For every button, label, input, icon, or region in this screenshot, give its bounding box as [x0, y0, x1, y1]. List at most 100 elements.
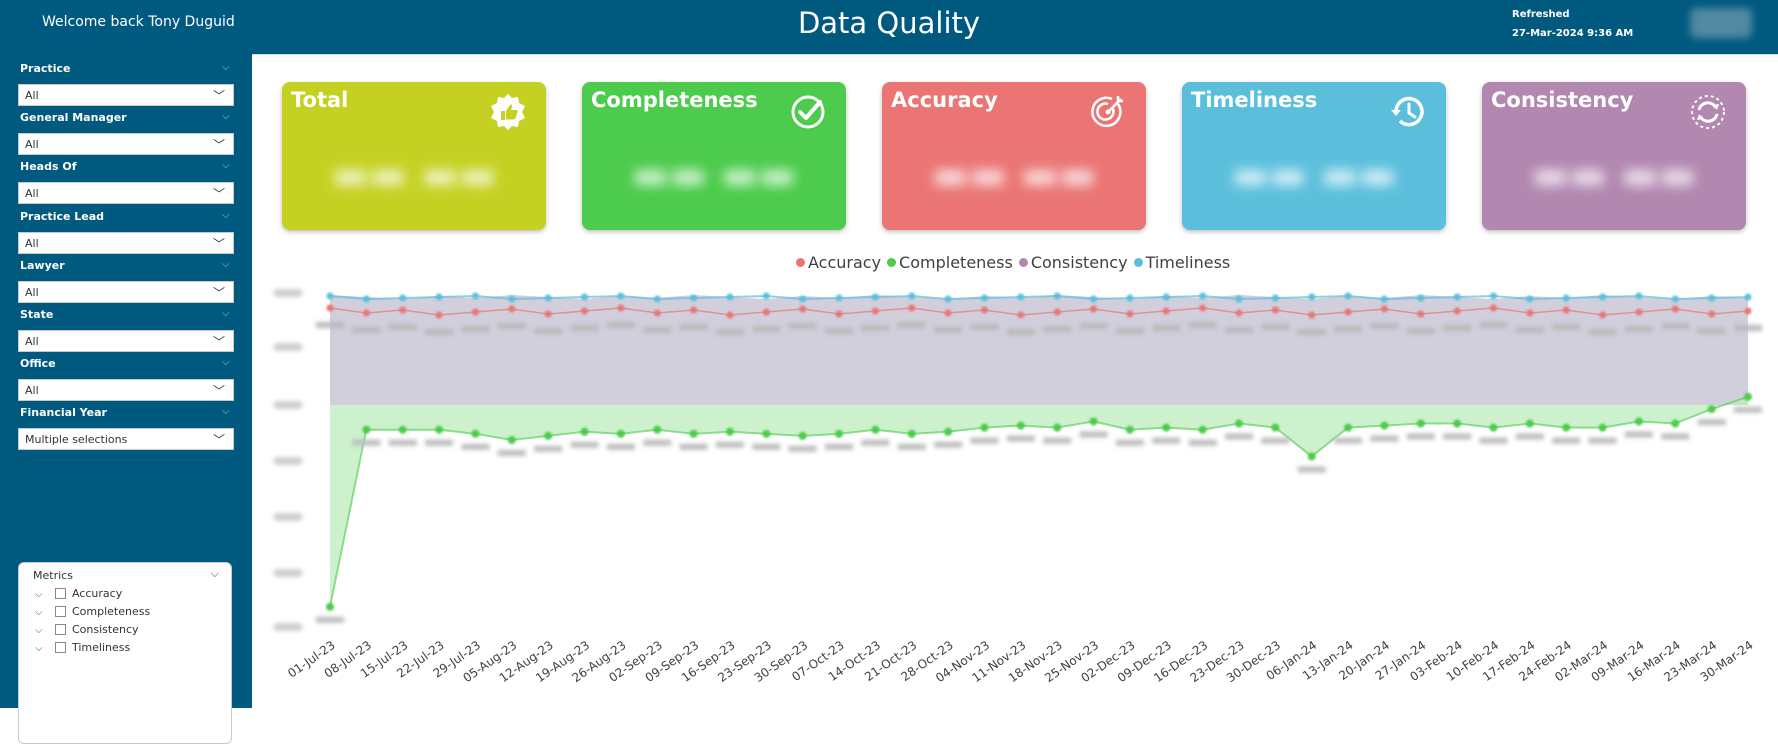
- chevron-down-icon[interactable]: ⌵: [222, 406, 230, 417]
- completeness-point[interactable]: [980, 423, 989, 432]
- accuracy-point[interactable]: [944, 309, 952, 317]
- timeliness-point[interactable]: [1635, 292, 1643, 300]
- timeliness-point[interactable]: [762, 292, 770, 300]
- accuracy-point[interactable]: [871, 307, 879, 315]
- timeliness-point[interactable]: [471, 292, 479, 300]
- timeliness-point[interactable]: [908, 292, 916, 300]
- expand-icon[interactable]: ⌵: [35, 625, 49, 636]
- filter-dropdown-financial-year[interactable]: Multiple selections ﹀: [18, 428, 234, 450]
- legend-item-accuracy[interactable]: Accuracy: [796, 253, 881, 272]
- timeliness-point[interactable]: [1453, 293, 1461, 301]
- timeliness-point[interactable]: [799, 295, 807, 303]
- chevron-down-icon[interactable]: ⌵: [222, 259, 230, 270]
- completeness-point[interactable]: [762, 429, 771, 438]
- completeness-point[interactable]: [1525, 419, 1534, 428]
- chevron-down-icon[interactable]: ⌵: [222, 308, 230, 319]
- accuracy-point[interactable]: [1199, 304, 1207, 312]
- accuracy-point[interactable]: [544, 310, 552, 318]
- completeness-point[interactable]: [326, 602, 334, 611]
- kpi-card-consistency[interactable]: Consistency ▬▬ ▬▬: [1482, 82, 1746, 230]
- accuracy-point[interactable]: [690, 306, 698, 314]
- completeness-point[interactable]: [907, 429, 916, 438]
- completeness-point[interactable]: [1598, 423, 1607, 432]
- timeliness-point[interactable]: [1090, 295, 1098, 303]
- checkbox[interactable]: [55, 624, 66, 635]
- filter-dropdown-practice-lead[interactable]: All ﹀: [18, 232, 234, 254]
- completeness-point[interactable]: [1162, 423, 1171, 432]
- timeliness-point[interactable]: [1489, 292, 1497, 300]
- accuracy-point[interactable]: [1380, 305, 1388, 313]
- completeness-point[interactable]: [1453, 419, 1462, 428]
- kpi-card-total[interactable]: Total ▬▬ ▬▬: [282, 82, 546, 230]
- completeness-point[interactable]: [871, 425, 880, 434]
- timeliness-point[interactable]: [653, 295, 661, 303]
- metric-option-completeness[interactable]: ⌵ Completeness: [35, 605, 150, 621]
- accuracy-point[interactable]: [1344, 308, 1352, 316]
- accuracy-point[interactable]: [1053, 308, 1061, 316]
- accuracy-point[interactable]: [980, 306, 988, 314]
- timeliness-point[interactable]: [726, 293, 734, 301]
- completeness-point[interactable]: [1271, 423, 1280, 432]
- accuracy-point[interactable]: [1271, 306, 1279, 314]
- completeness-point[interactable]: [362, 425, 371, 434]
- timeliness-point[interactable]: [1744, 293, 1752, 301]
- completeness-point[interactable]: [1707, 405, 1716, 414]
- completeness-point[interactable]: [580, 427, 589, 436]
- checkbox[interactable]: [55, 606, 66, 617]
- accuracy-point[interactable]: [1162, 307, 1170, 315]
- completeness-point[interactable]: [1089, 417, 1098, 426]
- timeliness-point[interactable]: [617, 292, 625, 300]
- timeliness-point[interactable]: [362, 295, 370, 303]
- timeliness-point[interactable]: [1271, 294, 1279, 302]
- timeliness-point[interactable]: [1708, 294, 1716, 302]
- accuracy-point[interactable]: [1090, 305, 1098, 313]
- completeness-point[interactable]: [507, 436, 516, 444]
- timeliness-point[interactable]: [1671, 295, 1679, 303]
- completeness-point[interactable]: [944, 427, 953, 436]
- avatar[interactable]: [1690, 8, 1752, 38]
- chevron-down-icon[interactable]: ⌵: [222, 62, 230, 73]
- legend-item-consistency[interactable]: Consistency: [1018, 253, 1128, 272]
- completeness-point[interactable]: [1234, 419, 1243, 428]
- timeliness-point[interactable]: [1199, 292, 1207, 300]
- chevron-down-icon[interactable]: ⌵: [222, 111, 230, 122]
- filter-dropdown-state[interactable]: All ﹀: [18, 330, 234, 352]
- completeness-point[interactable]: [1198, 425, 1207, 434]
- completeness-point[interactable]: [689, 429, 698, 438]
- timeliness-point[interactable]: [1235, 295, 1243, 303]
- completeness-point[interactable]: [1307, 452, 1316, 461]
- chevron-down-icon[interactable]: ⌵: [211, 567, 219, 581]
- timeliness-point[interactable]: [1344, 292, 1352, 300]
- accuracy-point[interactable]: [1417, 310, 1425, 318]
- chevron-down-icon[interactable]: ⌵: [222, 210, 230, 221]
- completeness-point[interactable]: [1344, 423, 1353, 432]
- timeliness-point[interactable]: [1562, 294, 1570, 302]
- filter-dropdown-practice[interactable]: All ﹀: [18, 84, 234, 106]
- filter-dropdown-lawyer[interactable]: All ﹀: [18, 281, 234, 303]
- timeliness-point[interactable]: [1599, 293, 1607, 301]
- accuracy-point[interactable]: [1308, 311, 1316, 319]
- expand-icon[interactable]: ⌵: [35, 589, 49, 600]
- timeliness-point[interactable]: [1053, 292, 1061, 300]
- kpi-card-completeness[interactable]: Completeness ▬▬ ▬▬: [582, 82, 846, 230]
- accuracy-point[interactable]: [581, 307, 589, 315]
- expand-icon[interactable]: ⌵: [35, 607, 49, 618]
- filter-dropdown-general-manager[interactable]: All ﹀: [18, 133, 234, 155]
- accuracy-point[interactable]: [399, 306, 407, 314]
- expand-icon[interactable]: ⌵: [35, 643, 49, 654]
- accuracy-point[interactable]: [1017, 311, 1025, 319]
- completeness-point[interactable]: [1489, 423, 1498, 432]
- accuracy-point[interactable]: [1526, 309, 1534, 317]
- completeness-point[interactable]: [1125, 425, 1134, 434]
- completeness-point[interactable]: [653, 425, 662, 434]
- timeliness-point[interactable]: [980, 294, 988, 302]
- completeness-point[interactable]: [1634, 417, 1643, 426]
- completeness-point[interactable]: [798, 431, 807, 440]
- timeliness-point[interactable]: [399, 294, 407, 302]
- chevron-down-icon[interactable]: ⌵: [222, 160, 230, 171]
- legend-item-timeliness[interactable]: Timeliness: [1133, 253, 1230, 272]
- accuracy-point[interactable]: [508, 305, 516, 313]
- completeness-point[interactable]: [1671, 419, 1680, 428]
- accuracy-point[interactable]: [653, 309, 661, 317]
- accuracy-point[interactable]: [1635, 308, 1643, 316]
